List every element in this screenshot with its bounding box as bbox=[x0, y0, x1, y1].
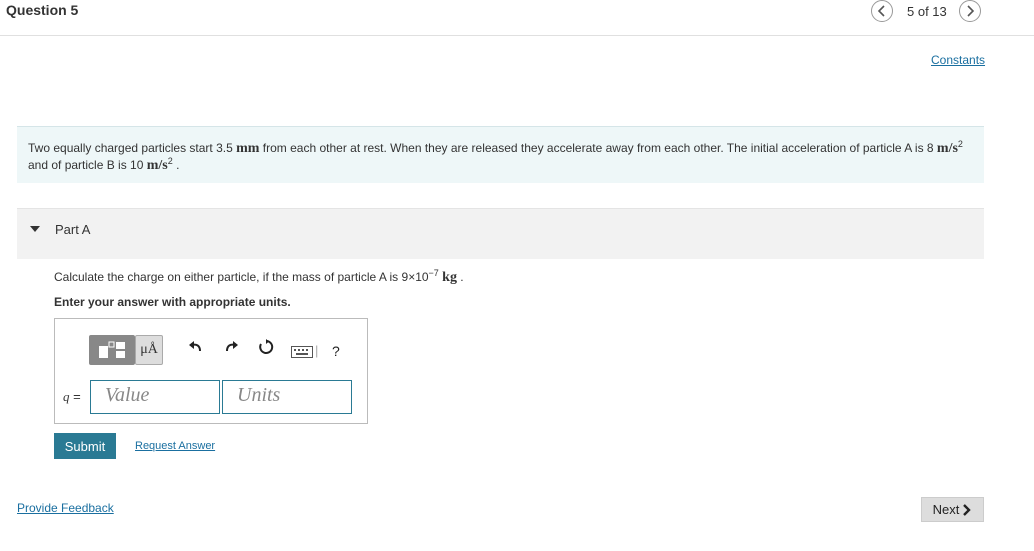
answer-equals: = bbox=[69, 389, 81, 404]
unit-mm: mm bbox=[236, 141, 260, 156]
problem-text: Two equally charged particles start 3.5 bbox=[28, 141, 237, 155]
value-input[interactable]: Value bbox=[90, 380, 220, 414]
next-question-button[interactable] bbox=[959, 0, 981, 22]
previous-question-button[interactable] bbox=[871, 0, 893, 22]
templates-button[interactable] bbox=[89, 335, 135, 365]
provide-feedback-link[interactable]: Provide Feedback bbox=[17, 501, 114, 515]
question-title: Question 5 bbox=[6, 2, 79, 18]
request-answer-link[interactable]: Request Answer bbox=[135, 440, 215, 452]
chevron-right-icon bbox=[967, 5, 975, 17]
toolbar-separator: | bbox=[315, 343, 319, 358]
units-button[interactable]: μÅ bbox=[135, 335, 163, 365]
part-a-header[interactable]: Part A bbox=[17, 208, 984, 259]
exponent: −7 bbox=[428, 268, 439, 278]
header-divider bbox=[0, 35, 1034, 36]
redo-icon[interactable] bbox=[223, 339, 239, 355]
constants-link[interactable]: Constants bbox=[931, 53, 985, 67]
part-label: Part A bbox=[55, 222, 91, 237]
unit-acceleration: m/s bbox=[146, 158, 168, 173]
chevron-right-icon bbox=[963, 503, 972, 516]
answer-box: μÅ | ? q = Value Units bbox=[54, 318, 368, 424]
undo-icon[interactable] bbox=[188, 339, 204, 355]
keyboard-icon[interactable] bbox=[291, 346, 313, 358]
unit-exponent: 2 bbox=[957, 139, 963, 149]
chevron-left-icon bbox=[877, 5, 885, 17]
submit-button[interactable]: Submit bbox=[54, 433, 116, 459]
help-button[interactable]: ? bbox=[332, 343, 340, 359]
question-text: . bbox=[456, 270, 464, 284]
question-position: 5 of 13 bbox=[907, 4, 947, 19]
question-text: Calculate the charge on either particle,… bbox=[54, 270, 429, 284]
math-toolbar: μÅ bbox=[89, 333, 163, 367]
templates-icon bbox=[99, 341, 125, 358]
answer-variable-label: q = bbox=[63, 389, 81, 405]
next-label: Next bbox=[932, 502, 960, 517]
reset-icon[interactable] bbox=[258, 339, 274, 355]
instruction-text: Enter your answer with appropriate units… bbox=[54, 295, 291, 309]
problem-statement: Two equally charged particles start 3.5 … bbox=[17, 126, 984, 183]
caret-down-icon[interactable] bbox=[30, 226, 40, 232]
problem-text: and of particle B is 10 bbox=[28, 158, 147, 172]
next-button[interactable]: Next bbox=[921, 497, 984, 522]
unit-kg: kg bbox=[442, 270, 457, 285]
units-input[interactable]: Units bbox=[222, 380, 352, 414]
unit-acceleration: m/s bbox=[936, 141, 958, 156]
problem-text: . bbox=[172, 158, 180, 172]
part-question: Calculate the charge on either particle,… bbox=[54, 268, 464, 286]
problem-text: from each other at rest. When they are r… bbox=[259, 141, 937, 155]
